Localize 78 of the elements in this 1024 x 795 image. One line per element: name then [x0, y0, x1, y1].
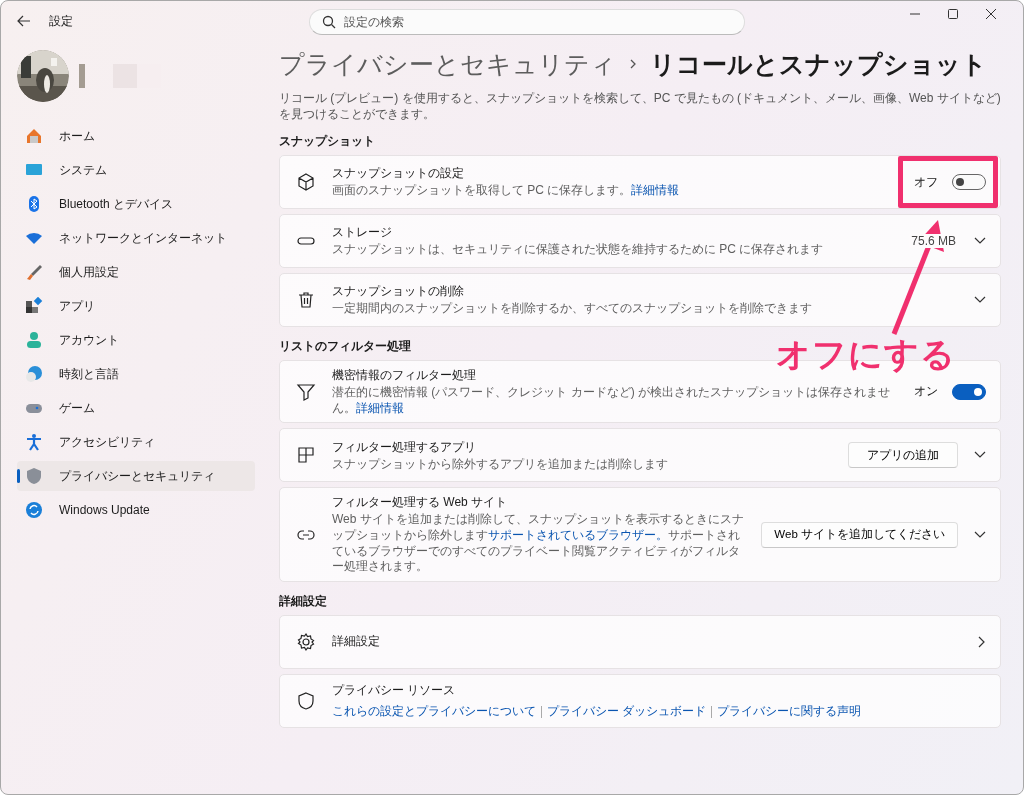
add-button[interactable]: アプリの追加 [848, 442, 958, 469]
nav-icon [25, 433, 43, 451]
sidebar-item[interactable]: 個人用設定 [17, 257, 255, 287]
section-heading: 詳細設定 [279, 593, 328, 609]
breadcrumb-link[interactable]: プライバシーとセキュリティ [279, 47, 616, 81]
setting-description: スナップショットから除外するアプリを追加または削除します [332, 456, 669, 473]
toggle-state-label: オン [914, 384, 938, 400]
sidebar-item[interactable]: ホーム [17, 121, 255, 151]
shield-icon [296, 690, 316, 711]
section-heading: リストのフィルター処理 [279, 339, 412, 355]
sidebar-item[interactable]: アクセシビリティ [17, 427, 255, 457]
search-icon [321, 14, 337, 30]
setting-description: 画面のスナップショットを取得して PC に保存します。詳細情報 [332, 183, 681, 199]
setting-description: 潜在的に機密情報 (パスワード、クレジット カードなど) が検出されたスナップショットは保存されません。詳細情報 [332, 385, 891, 417]
setting-title: スナップショットの設定 [332, 165, 465, 183]
nav-icon [25, 263, 43, 281]
redacted-bar [79, 64, 85, 88]
chevron-down-icon[interactable] [974, 296, 986, 305]
info-link[interactable]: サポートされているブラウザー。 [488, 527, 668, 542]
setting-description: スナップショットは、セキュリティに保護された状態を維持するために PC に保存されます [332, 242, 825, 258]
setting-title: プライバシー リソース [332, 682, 457, 700]
section-heading: スナップショット [279, 134, 376, 150]
setting-description: Web サイトを追加または削除して、スナップショットを表示するときにスナップショットから除外しますサポートされているブラウザー。サポートされているブラウザーでのすべてのプライベート閲覧アクティビティがフィルター処理されます。 [332, 512, 745, 575]
settings-card[interactable]: ストレージ スナップショットは、セキュリティに保護された状態を維持するために PC に保存されます 75.6 MB [279, 214, 1001, 269]
sidebar-item[interactable]: アカウント [17, 325, 255, 355]
maximize-icon[interactable] [947, 8, 959, 20]
filter-icon [296, 381, 316, 402]
sidebar-item[interactable]: Windows Update [17, 495, 255, 525]
resource-link[interactable]: プライバシーに関する声明 [717, 704, 862, 720]
chevron-down-icon[interactable] [974, 530, 986, 539]
page-description: リコール (プレビュー) を使用すると、スナップショットを検索して、PC で見たもの (ドキュメント、メール、画像、Web サイトなど) を見つけることができます。 [279, 91, 1001, 123]
info-link[interactable]: 詳細情報 [631, 183, 680, 198]
setting-title: フィルター処理する Web サイト [332, 494, 509, 512]
sidebar-item[interactable]: プライバシーとセキュリティ [17, 461, 255, 491]
sidebar-item[interactable]: Bluetooth とデバイス [17, 189, 255, 219]
add-button[interactable]: Web サイトを追加してください [761, 521, 958, 548]
nav-icon [25, 467, 43, 485]
settings-card[interactable]: スナップショットの設定 画面のスナップショットを取得して PC に保存します。詳細情報 オフ [279, 155, 1001, 210]
settings-card[interactable]: プライバシー リソース これらの設定とプライバシーについて プライバシー ダッシュボード プライバシーに関する声明 [279, 673, 1001, 728]
back-icon[interactable] [17, 15, 31, 27]
nav-icon [25, 127, 43, 145]
search-field[interactable]: 設定の検索 [309, 9, 745, 35]
setting-title: 詳細設定 [332, 633, 381, 651]
toggle-switch[interactable] [952, 174, 986, 191]
setting-description: 一定期間内のスナップショットを削除するか、すべてのスナップショットを削除できます [332, 301, 813, 317]
chevron-down-icon[interactable] [974, 451, 986, 460]
settings-card[interactable]: フィルター処理する Web サイト Web サイトを追加または削除して、スナップショットを表示するときにスナップショットから除外しますサポートされているブラウザー。サポートされているブラウザーでのすべてのプライベート閲覧アクティビティがフィルター処理されます。 Web サイトを追加してください [279, 487, 1001, 582]
settings-card[interactable]: フィルター処理するアプリ スナップショットから除外するアプリを追加または削除します アプリの追加 [279, 428, 1001, 483]
nav-icon [25, 501, 43, 519]
nav-icon [25, 365, 43, 383]
sidebar-item[interactable]: アプリ [17, 291, 255, 321]
sidebar-item[interactable]: ゲーム [17, 393, 255, 423]
setting-title: ストレージ [332, 224, 393, 242]
trash-icon [296, 290, 316, 311]
apps-icon [296, 445, 316, 466]
gear-icon [296, 631, 316, 652]
sidebar-item[interactable]: 時刻と言語 [17, 359, 255, 389]
resource-link[interactable]: プライバシー ダッシュボード [547, 704, 707, 720]
sidebar-item[interactable]: システム [17, 155, 255, 185]
sidebar-item[interactable]: ネットワークとインターネット [17, 223, 255, 253]
settings-card[interactable]: スナップショットの削除 一定期間内のスナップショットを削除するか、すべてのスナップショットを削除できます [279, 273, 1001, 328]
info-link[interactable]: 詳細情報 [356, 400, 404, 415]
page-title: リコールとスナップショット [650, 48, 987, 80]
chevron-right-icon[interactable] [978, 635, 986, 648]
setting-title: 機密情報のフィルター処理 [332, 367, 477, 385]
settings-card[interactable]: 詳細設定 [279, 614, 1001, 669]
window-title: 設定 [49, 12, 73, 30]
setting-title: フィルター処理するアプリ [332, 438, 477, 456]
chevron-icon [628, 57, 638, 71]
toggle-switch[interactable] [952, 383, 986, 400]
chevron-down-icon[interactable] [974, 237, 986, 246]
nav-icon [25, 331, 43, 349]
close-icon[interactable] [985, 8, 997, 20]
toggle-state-label: オフ [914, 174, 938, 190]
setting-title: スナップショットの削除 [332, 283, 465, 301]
storage-size: 75.6 MB [909, 234, 958, 249]
resource-link[interactable]: これらの設定とプライバシーについて [332, 704, 536, 720]
nav-icon [25, 297, 43, 315]
